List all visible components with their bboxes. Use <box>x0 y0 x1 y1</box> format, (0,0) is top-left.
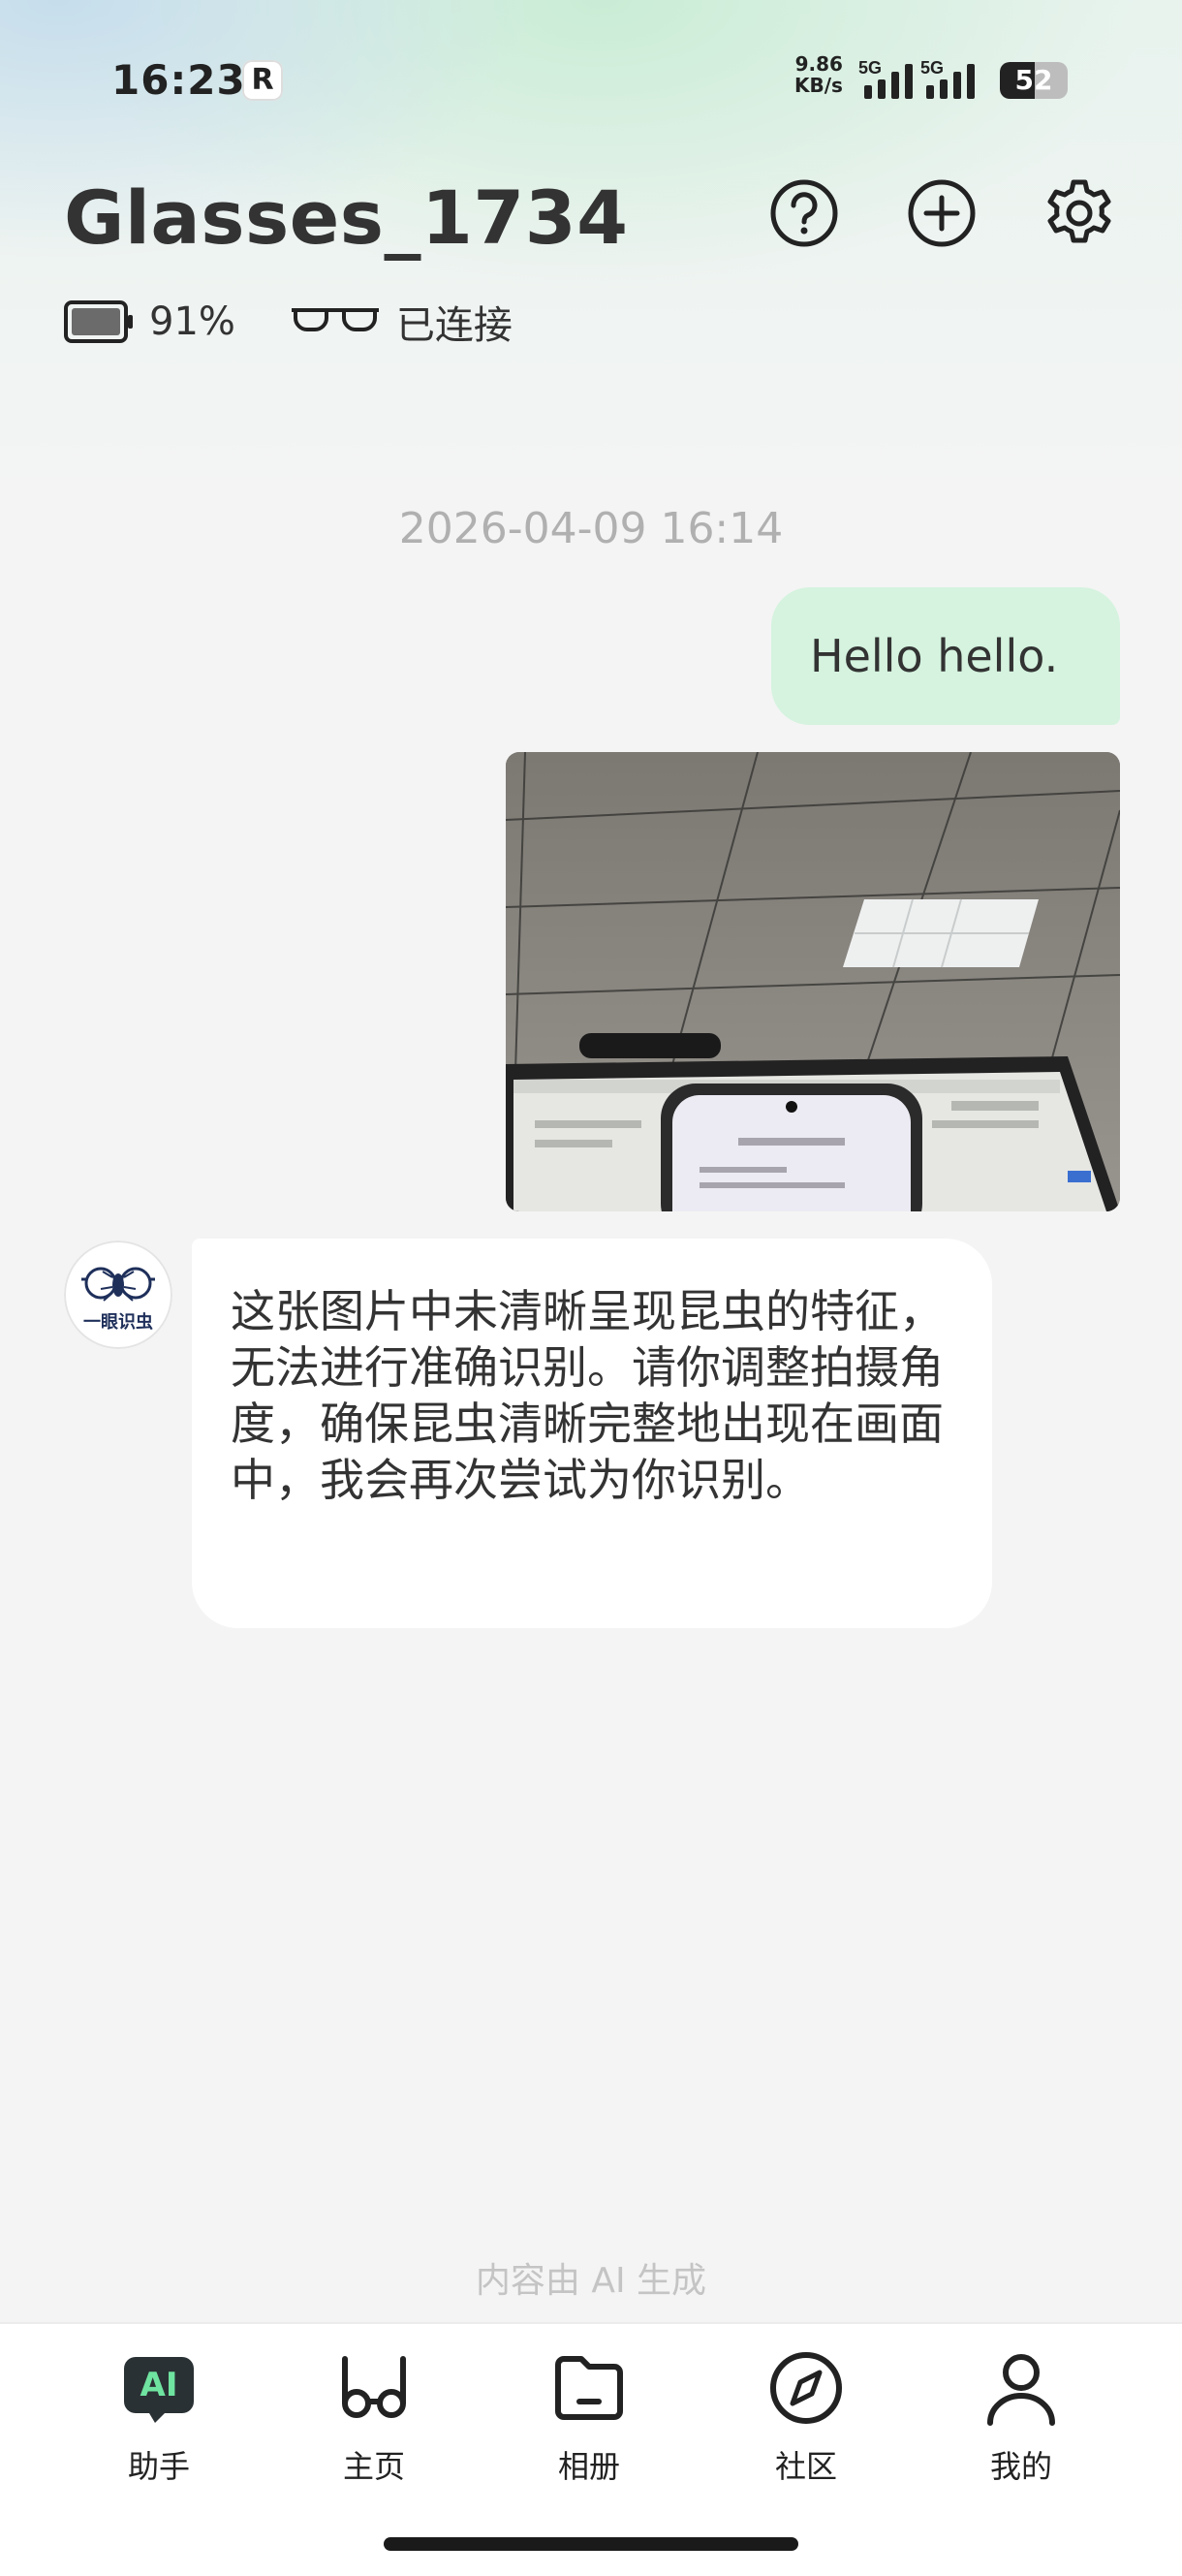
ai-assistant-icon: AI <box>120 2349 198 2427</box>
folder-icon <box>555 2356 623 2420</box>
bot-message-bubble[interactable]: 这张图片中未清晰呈现昆虫的特征，无法进行准确识别。请你调整拍摄角度，确保昆虫清晰… <box>192 1239 992 1628</box>
app-notification-badge: R <box>242 60 283 101</box>
device-title: Glasses_1734 <box>64 174 629 261</box>
tab-home-label: 主页 <box>342 2448 405 2485</box>
person-icon <box>987 2354 1055 2426</box>
compass-icon <box>770 2352 842 2424</box>
signal-icon-sim2: 5G <box>920 58 975 99</box>
bot-avatar[interactable]: 一眼识虫 <box>64 1241 172 1349</box>
tab-community-label: 社区 <box>774 2448 837 2485</box>
chat-timestamp: 2026-04-09 16:14 <box>398 504 784 553</box>
ai-badge-tail <box>149 2413 165 2423</box>
status-time: 16:23 <box>111 56 246 104</box>
add-icon[interactable] <box>903 174 980 252</box>
network-speed-value: 9.86 <box>794 52 843 76</box>
sim2-network-label: 5G <box>920 58 944 78</box>
glasses-status-icon <box>291 308 379 331</box>
device-battery-icon <box>64 300 133 343</box>
device-battery-percent: 91% <box>149 299 235 344</box>
device-status-row: 91% 已连接 <box>64 293 567 351</box>
connection-status: 已连接 <box>395 303 513 348</box>
help-icon[interactable] <box>765 174 843 252</box>
captured-photo-content <box>506 752 1120 1211</box>
tab-me[interactable]: 我的 <box>944 2349 1099 2495</box>
battery-level: 52 <box>1014 64 1053 96</box>
network-speed-unit: KB/s <box>794 74 843 97</box>
tab-album[interactable]: 相册 <box>512 2349 667 2495</box>
home-indicator[interactable] <box>384 2537 798 2551</box>
settings-icon[interactable] <box>1041 174 1118 252</box>
sim1-network-label: 5G <box>858 58 882 78</box>
bot-avatar-label: 一眼识虫 <box>83 1312 153 1333</box>
tab-community[interactable]: 社区 <box>729 2349 884 2495</box>
tab-assistant-label: 助手 <box>127 2448 190 2485</box>
captured-photo[interactable] <box>506 752 1120 1211</box>
tab-home[interactable]: 主页 <box>296 2349 451 2495</box>
network-speed: 9.86 KB/s <box>794 53 843 96</box>
tab-assistant[interactable]: AI 助手 <box>81 2349 236 2495</box>
tab-me-label: 我的 <box>989 2448 1052 2485</box>
glasses-icon <box>342 2356 406 2418</box>
user-message-bubble[interactable]: Hello hello. <box>771 587 1120 725</box>
ai-generated-note: 内容由 AI 生成 <box>475 2261 707 2301</box>
battery-icon: 52 <box>1000 62 1068 99</box>
tab-album-label: 相册 <box>557 2448 620 2485</box>
